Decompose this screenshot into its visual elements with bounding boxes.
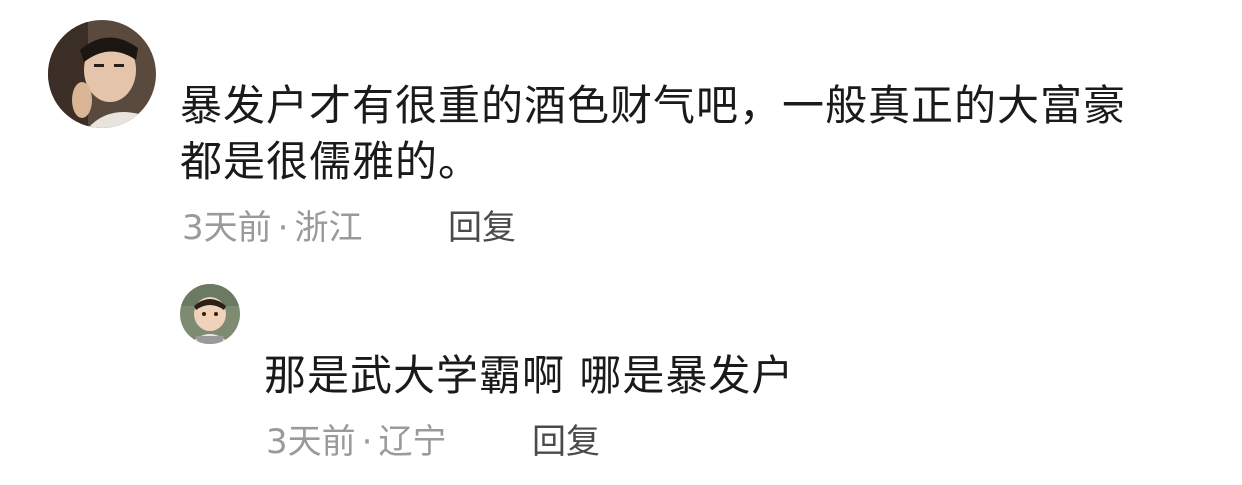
comment-location: 浙江 <box>294 208 363 248</box>
user-avatar[interactable] <box>48 20 156 128</box>
reply-time: 3天前 <box>266 422 356 462</box>
reply-button[interactable]: 回复 <box>532 422 600 462</box>
comment-time: 3天前 <box>182 208 272 248</box>
comment-text-line: 都是很儒雅的。 <box>180 137 482 186</box>
reply-meta: 3天前 · 辽宁 <box>266 422 446 462</box>
reply-text: 那是武大学霸啊 哪是暴发户 <box>264 351 795 400</box>
meta-separator: · <box>277 208 289 248</box>
comment-item: 暴发户才有很重的酒色财气吧，一般真正的大富豪 都是很儒雅的。 3天前 · 浙江 回复 <box>0 0 1242 260</box>
comment-text: 暴发户才有很重的酒色财气吧，一般真正的大富豪 都是很儒雅的。 <box>180 78 1200 190</box>
reply-item: 那是武大学霸啊 哪是暴发户 3天前 · 辽宁 回复 <box>0 270 1242 485</box>
comment-text-line: 暴发户才有很重的酒色财气吧，一般真正的大富豪 <box>180 81 1127 130</box>
comment-meta: 3天前 · 浙江 <box>182 208 362 248</box>
reply-username[interactable] <box>262 300 382 330</box>
reply-location: 辽宁 <box>378 422 447 462</box>
meta-separator: · <box>361 422 373 462</box>
reply-user-avatar[interactable] <box>180 284 240 344</box>
reply-button[interactable]: 回复 <box>448 208 516 248</box>
